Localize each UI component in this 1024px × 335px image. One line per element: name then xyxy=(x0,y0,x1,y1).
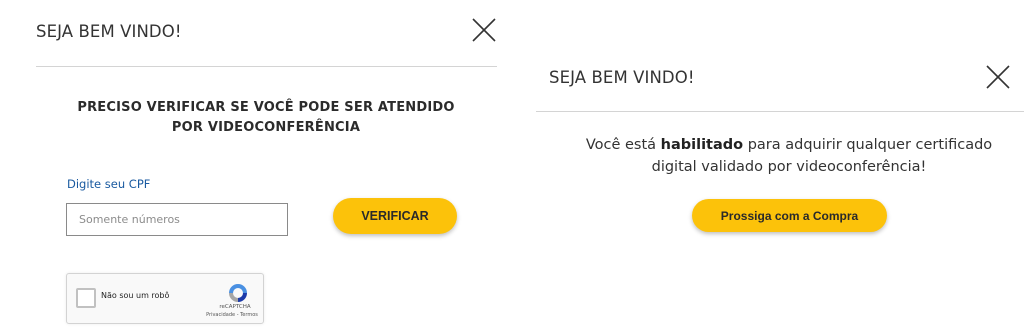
heading-line-2: POR VIDEOCONFERÊNCIA xyxy=(171,120,361,135)
recaptcha-label: Não sou um robô xyxy=(101,291,170,300)
recaptcha-checkbox[interactable] xyxy=(76,288,96,308)
modal-title: SEJA BEM VINDO! xyxy=(549,68,695,87)
recaptcha-widget: Não sou um robô reCAPTCHA Privacidade - … xyxy=(66,273,264,324)
cpf-label: Digite seu CPF xyxy=(67,177,151,191)
eligibility-message: Você está habilitado para adquirir qualq… xyxy=(540,134,1024,178)
recaptcha-logo-icon xyxy=(227,282,249,304)
verification-modal: SEJA BEM VINDO! PRECISO VERIFICAR SE VOC… xyxy=(0,0,520,335)
message-suffix: para adquirir qualquer certificado xyxy=(743,137,993,153)
modal-title: SEJA BEM VINDO! xyxy=(36,22,182,41)
message-line-2: digital validado por videoconferência! xyxy=(651,159,927,175)
proceed-button[interactable]: Prossiga com a Compra xyxy=(692,199,887,232)
close-icon[interactable] xyxy=(985,64,1011,90)
cpf-input[interactable] xyxy=(66,203,288,236)
success-modal: SEJA BEM VINDO! Você está habilitado par… xyxy=(520,0,1024,335)
recaptcha-terms-link[interactable]: Privacidade - Termos xyxy=(201,312,263,318)
message-bold: habilitado xyxy=(660,137,744,153)
verify-button[interactable]: VERIFICAR xyxy=(333,198,457,234)
close-icon[interactable] xyxy=(471,17,497,43)
header-divider xyxy=(36,66,497,67)
message-line-1: Você está habilitado para adquirir qualq… xyxy=(540,134,1024,156)
message-prefix: Você está xyxy=(585,137,661,153)
heading-line-1: PRECISO VERIFICAR SE VOCÊ PODE SER ATEND… xyxy=(77,100,455,115)
recaptcha-brand: reCAPTCHA xyxy=(219,304,251,310)
verification-heading: PRECISO VERIFICAR SE VOCÊ PODE SER ATEND… xyxy=(56,98,476,138)
header-divider xyxy=(536,111,1024,112)
